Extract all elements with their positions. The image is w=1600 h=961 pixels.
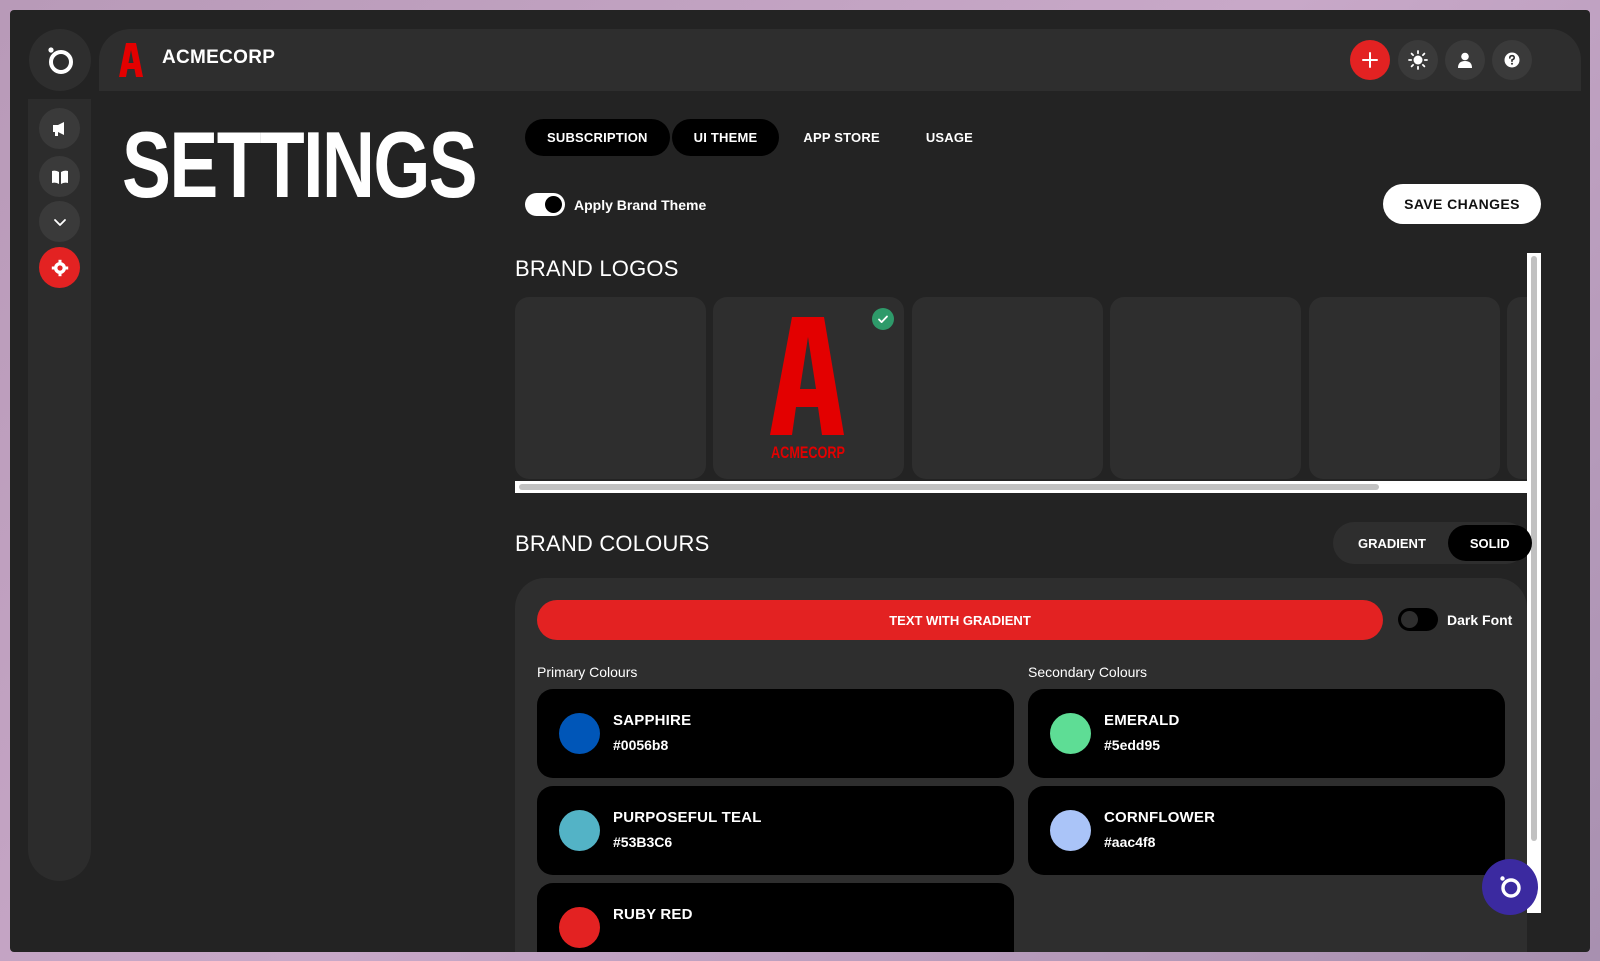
- header: ACMECORP: [99, 29, 1581, 91]
- colour-name: PURPOSEFUL TEAL: [613, 809, 762, 826]
- colour-hex: #5edd95: [1104, 737, 1161, 753]
- mode-gradient-option[interactable]: GRADIENT: [1336, 525, 1448, 561]
- apply-brand-theme-toggle[interactable]: [525, 193, 565, 216]
- sidebar-item-campaigns[interactable]: [39, 108, 80, 149]
- logo-slot[interactable]: [1110, 297, 1301, 479]
- chevron-down-icon: [53, 218, 66, 226]
- colour-card-secondary[interactable]: EMERALD #5edd95: [1028, 689, 1505, 778]
- settings-tabs: SUBSCRIPTION UI THEME APP STORE USAGE: [525, 119, 995, 156]
- theme-toggle-button[interactable]: [1398, 40, 1438, 80]
- colour-card-primary[interactable]: SAPPHIRE #0056b8: [537, 689, 1014, 778]
- tab-ui-theme[interactable]: UI THEME: [671, 119, 780, 156]
- colour-card-primary[interactable]: PURPOSEFUL TEAL #53B3C6: [537, 786, 1014, 875]
- brand-name: ACMECORP: [162, 47, 276, 68]
- secondary-colours-label: Secondary Colours: [1028, 664, 1148, 680]
- megaphone-icon: [52, 121, 64, 136]
- brand-colours-panel: TEXT WITH GRADIENT Dark Font Primary Col…: [515, 578, 1527, 952]
- app-logo-icon: [48, 47, 73, 74]
- sidebar-expand-button[interactable]: [39, 201, 80, 242]
- colour-hex: #53B3C6: [613, 834, 673, 850]
- apply-brand-theme-label: Apply Brand Theme: [574, 196, 707, 213]
- colour-hex: #aac4f8: [1104, 834, 1156, 850]
- svg-text:ACMECORP: ACMECORP: [771, 443, 845, 461]
- colour-name: CORNFLOWER: [1104, 809, 1216, 826]
- colour-swatch: [1050, 713, 1091, 754]
- sidebar: [28, 99, 91, 881]
- logo-slot[interactable]: [515, 297, 706, 479]
- dark-font-row: Dark Font: [1398, 608, 1512, 631]
- tab-app-store[interactable]: APP STORE: [781, 119, 901, 156]
- colour-card-secondary[interactable]: CORNFLOWER #aac4f8: [1028, 786, 1505, 875]
- sidebar-item-settings[interactable]: [39, 247, 80, 288]
- dark-font-label: Dark Font: [1447, 611, 1513, 628]
- colour-mode-switch: GRADIENT SOLID: [1333, 522, 1532, 564]
- book-icon: [51, 170, 68, 184]
- settings-icon: [51, 259, 68, 276]
- app-logo[interactable]: [29, 29, 91, 91]
- scrollbar-thumb[interactable]: [519, 484, 1379, 490]
- help-button[interactable]: [1492, 40, 1532, 80]
- colour-swatch: [559, 907, 600, 948]
- colour-card-primary[interactable]: RUBY RED: [537, 883, 1014, 952]
- apply-brand-theme-row: Apply Brand Theme: [525, 193, 706, 216]
- selected-check-badge: [872, 308, 894, 330]
- brand-logos-carousel: ACMECORP: [515, 297, 1527, 489]
- logo-slot[interactable]: [1309, 297, 1500, 479]
- dark-font-toggle[interactable]: [1398, 608, 1438, 631]
- page-title: SETTINGS: [122, 112, 478, 217]
- colour-swatch: [559, 713, 600, 754]
- profile-button[interactable]: [1445, 40, 1485, 80]
- logos-horizontal-scrollbar[interactable]: [515, 481, 1527, 493]
- brand-logo-small: [119, 43, 143, 77]
- save-changes-button[interactable]: SAVE CHANGES: [1383, 184, 1541, 224]
- sun-icon: [1408, 50, 1428, 70]
- colour-name: RUBY RED: [613, 906, 693, 923]
- brand-colours-heading: BRAND COLOURS: [515, 531, 710, 556]
- help-icon: [1504, 52, 1520, 68]
- colour-name: EMERALD: [1104, 712, 1180, 729]
- add-icon: [1362, 52, 1378, 68]
- app-logo-icon: [1500, 876, 1521, 898]
- logo-slot[interactable]: [912, 297, 1103, 479]
- sidebar-item-library[interactable]: [39, 156, 80, 197]
- app-window: ACMECORP SETTINGS SUBSCRIPTION UI THEME …: [10, 10, 1590, 952]
- chat-assistant-button[interactable]: [1482, 859, 1538, 915]
- colour-swatch: [559, 810, 600, 851]
- brand-logos-heading: BRAND LOGOS: [515, 256, 679, 281]
- colour-hex: #0056b8: [613, 737, 669, 753]
- tab-usage[interactable]: USAGE: [904, 119, 995, 156]
- acmecorp-logo: ACMECORP: [770, 317, 845, 461]
- scrollbar-thumb[interactable]: [1531, 256, 1537, 841]
- check-icon: [878, 315, 888, 323]
- logo-slot[interactable]: [1507, 297, 1527, 479]
- text-preview-bar: TEXT WITH GRADIENT: [537, 600, 1383, 640]
- mode-solid-option[interactable]: SOLID: [1447, 525, 1532, 561]
- add-button[interactable]: [1350, 40, 1390, 80]
- logo-slot-selected[interactable]: ACMECORP: [713, 297, 904, 479]
- colour-name: SAPPHIRE: [613, 712, 692, 729]
- content-vertical-scrollbar[interactable]: [1527, 253, 1541, 913]
- tab-subscription[interactable]: SUBSCRIPTION: [525, 119, 670, 156]
- colour-swatch: [1050, 810, 1091, 851]
- user-icon: [1458, 52, 1472, 68]
- primary-colours-label: Primary Colours: [537, 664, 638, 680]
